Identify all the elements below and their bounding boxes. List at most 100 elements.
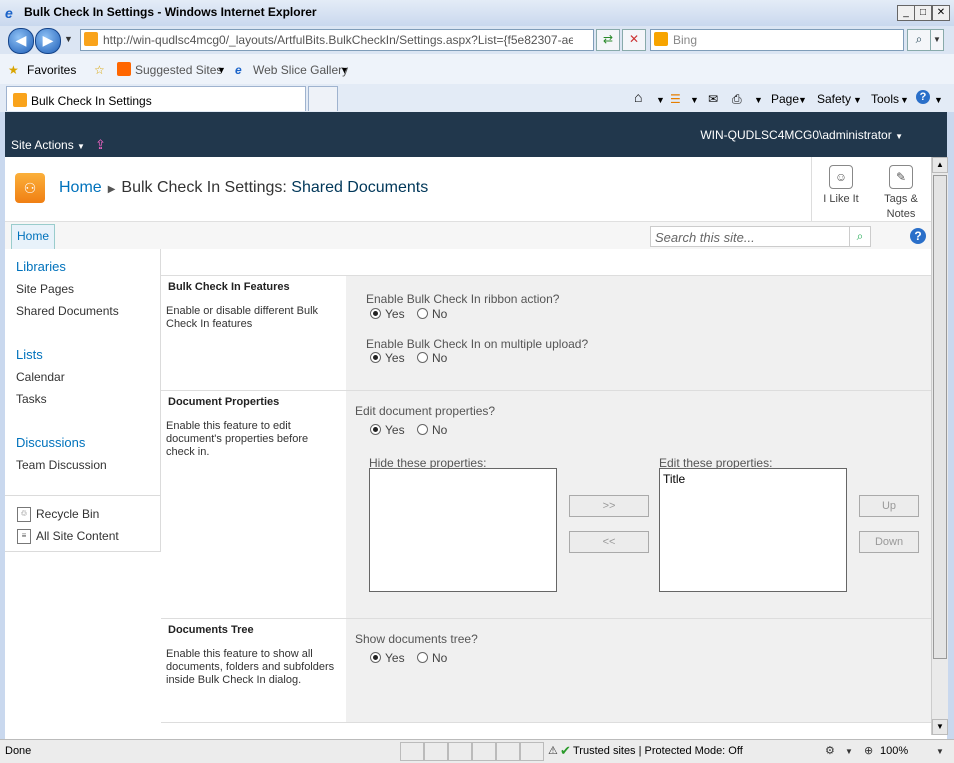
nav-recycle-bin[interactable]: Recycle Bin [36,507,99,521]
minimize-button[interactable]: _ [897,5,915,21]
nav-tasks[interactable]: Tasks [16,392,47,406]
move-down-button[interactable]: Down [859,531,919,553]
help-icon[interactable]: ? [916,90,930,104]
home-dropdown-icon[interactable]: ▼ [656,95,665,105]
nav-divider [5,495,160,496]
feeds-icon[interactable]: ☰ [670,92,681,106]
safety-dropdown-icon[interactable]: ▼ [853,95,862,105]
help-dropdown-icon[interactable]: ▼ [934,95,943,105]
tools-menu[interactable]: Tools [871,92,899,106]
section-bulk-check-in-features: Bulk Check In Features Enable or disable… [161,276,931,391]
section-controls: Enable Bulk Check In ribbon action? Yes … [346,276,931,390]
mail-icon[interactable]: ✉ [708,92,718,106]
add-favorite-icon[interactable]: ☆ [94,63,105,77]
site-search-placeholder: Search this site... [655,230,755,245]
vertical-scrollbar[interactable]: ▲ ▼ [931,157,948,735]
ribbon-action-yes-radio[interactable]: Yes [370,307,405,321]
close-button[interactable]: ✕ [932,5,950,21]
security-zone-text[interactable]: Trusted sites | Protected Mode: Off [573,745,743,757]
print-icon[interactable]: ⎙ [732,92,742,107]
scroll-thumb[interactable] [933,175,947,659]
safety-menu[interactable]: Safety [817,92,851,106]
hide-properties-list[interactable] [369,468,557,592]
address-input[interactable]: http://win-qudlsc4mcg0/_layouts/ArtfulBi… [80,29,594,51]
documents-tree-no-radio[interactable]: No [417,651,447,665]
refresh-icon[interactable]: ⇄ [596,29,620,51]
suggested-sites-icon [117,62,131,76]
status-pane [496,742,520,761]
stop-icon[interactable]: ✕ [622,29,646,51]
remove-property-button[interactable]: << [569,531,649,553]
status-pane [400,742,424,761]
breadcrumb: Home ▶ Bulk Check In Settings: Shared Docu… [59,179,428,197]
web-slice-dropdown-icon[interactable]: ▼ [340,65,349,75]
back-button[interactable]: ◀ [8,28,34,54]
add-property-button[interactable]: >> [569,495,649,517]
edit-properties-no-radio[interactable]: No [417,423,447,437]
zoom-dropdown-icon[interactable]: ▼ [936,747,944,756]
suggested-dropdown-icon[interactable]: ▼ [217,65,226,75]
nav-team-discussion[interactable]: Team Discussion [16,458,107,472]
site-search-icon[interactable]: ⌕ [849,226,871,247]
new-tab-button[interactable] [308,86,338,111]
quick-launch: Libraries Site Pages Shared Documents Li… [5,249,161,552]
home-icon[interactable]: ⌂ [634,89,642,105]
history-dropdown-icon[interactable]: ▼ [64,34,73,44]
favorites-button[interactable]: Favorites [27,63,76,77]
navigate-up-icon[interactable]: ⇪ [95,137,106,153]
zoom-icon: ⊕ [864,745,874,757]
print-dropdown-icon[interactable]: ▼ [754,95,763,105]
tags-notes-button[interactable]: ✎ Tags & Notes [871,157,931,221]
search-icon[interactable]: ⌕ [907,29,931,51]
edit-properties-list[interactable]: Title [659,468,847,592]
protected-mode-icon[interactable]: ⚙ [825,744,835,757]
zoom-level[interactable]: 100% [880,745,908,757]
nav-discussions[interactable]: Discussions [16,435,85,450]
site-actions-menu[interactable]: Site Actions ▼ [11,138,85,152]
nav-calendar[interactable]: Calendar [16,370,65,384]
scroll-down-icon[interactable]: ▼ [932,719,948,735]
multiple-upload-question: Enable Bulk Check In on multiple upload? [366,337,589,351]
site-logo-icon[interactable]: ⚇ [15,173,45,203]
page-menu[interactable]: Page [771,92,799,106]
scroll-up-icon[interactable]: ▲ [932,157,948,173]
web-slice-gallery-link[interactable]: Web Slice Gallery [253,63,348,77]
tab-bulk-check-in-settings[interactable]: Bulk Check In Settings [6,86,306,111]
nav-libraries[interactable]: Libraries [16,259,66,274]
edit-properties-yes-radio[interactable]: Yes [370,423,405,437]
status-bar: Done ⚠ ✔ Trusted sites | Protected Mode:… [0,739,954,763]
nav-all-site-content[interactable]: All Site Content [36,529,119,543]
status-pane [472,742,496,761]
feeds-dropdown-icon[interactable]: ▼ [690,95,699,105]
i-like-it-button[interactable]: ☺ I Like It [811,157,870,221]
sp-help-icon[interactable]: ? [910,228,926,244]
section-controls: Edit document properties? Yes No Hide th… [346,391,931,618]
nav-shared-documents[interactable]: Shared Documents [16,304,119,318]
site-search-input[interactable]: Search this site... [650,226,850,247]
radio-label: Yes [385,351,405,365]
user-menu[interactable]: WIN-QUDLSC4MCG0\administrator ▼ [700,128,903,142]
tools-dropdown-icon[interactable]: ▼ [900,95,909,105]
search-options-icon[interactable]: ▼ [930,29,944,51]
tab-home[interactable]: Home [11,224,55,250]
documents-tree-yes-radio[interactable]: Yes [370,651,405,665]
site-actions-label: Site Actions [11,138,74,152]
multiple-upload-yes-radio[interactable]: Yes [370,351,405,365]
user-name: WIN-QUDLSC4MCG0\administrator [700,128,892,142]
popup-blocker-icon[interactable]: ⚠ [548,744,558,757]
nav-lists[interactable]: Lists [16,347,43,362]
zone-dropdown-icon[interactable]: ▼ [845,747,853,756]
ribbon-action-no-radio[interactable]: No [417,307,447,321]
nav-site-pages[interactable]: Site Pages [16,282,74,296]
suggested-sites-link[interactable]: Suggested Sites [135,63,222,77]
main-content: Bulk Check In Features Enable or disable… [161,249,931,727]
breadcrumb-home[interactable]: Home [59,179,102,196]
multiple-upload-no-radio[interactable]: No [417,351,447,365]
page-dropdown-icon[interactable]: ▼ [798,95,807,105]
maximize-button[interactable]: □ [914,5,932,21]
list-item[interactable]: Title [663,472,685,486]
status-pane [520,742,544,761]
search-input[interactable]: Bing [650,29,904,51]
move-up-button[interactable]: Up [859,495,919,517]
forward-button[interactable]: ▶ [35,28,61,54]
